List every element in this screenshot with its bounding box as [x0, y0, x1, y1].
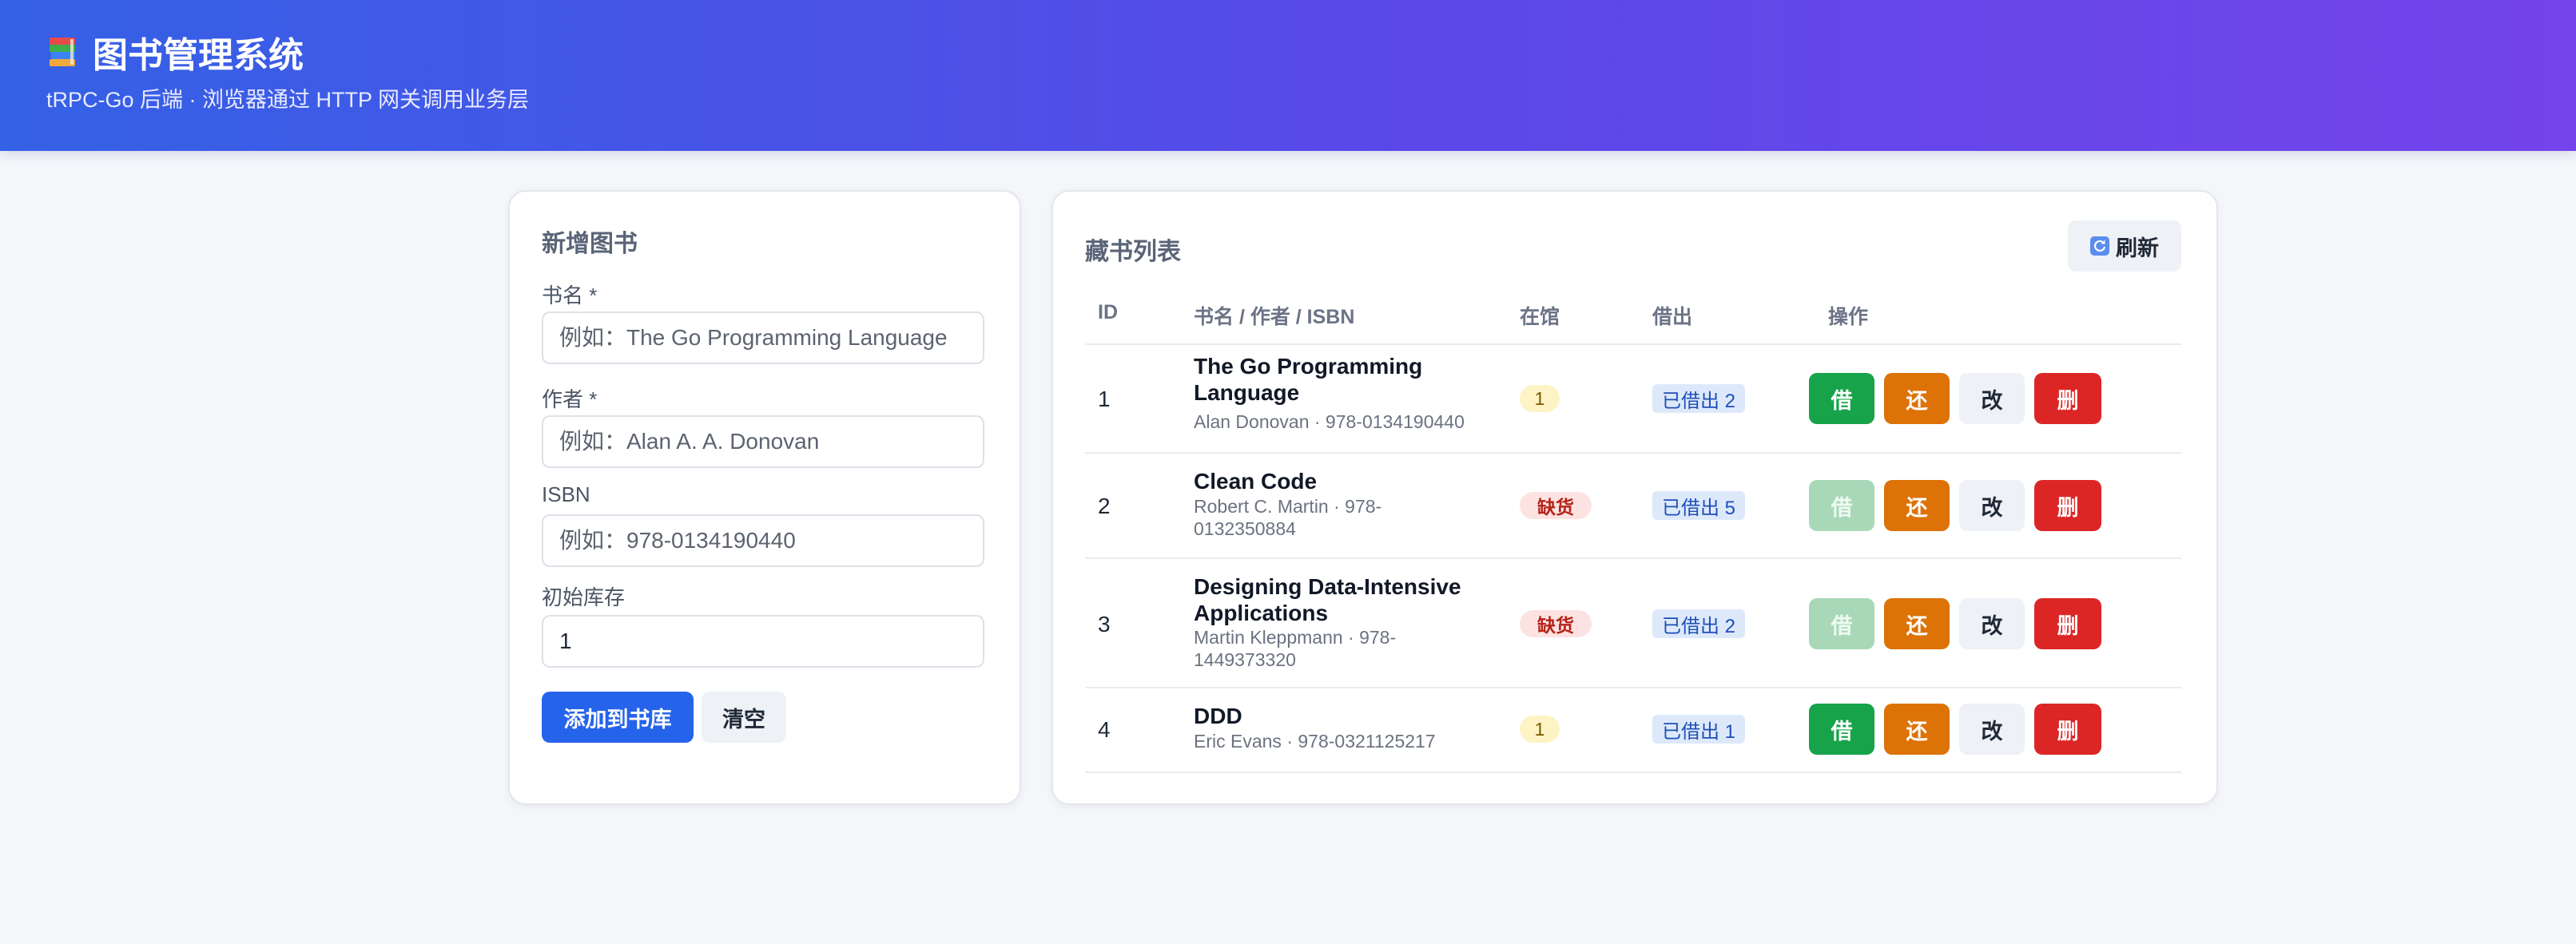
book-title: The Go Programming Language: [1194, 354, 1423, 405]
book-meta: Eric Evans · 978-0321125217: [1194, 731, 1436, 752]
delete-button[interactable]: 删: [2034, 373, 2101, 424]
stock-badge: 1: [1520, 385, 1560, 412]
return-button[interactable]: 还: [1884, 598, 1950, 649]
edit-button[interactable]: 改: [1959, 373, 2025, 424]
delete-button[interactable]: 删: [2034, 704, 2101, 755]
title-field-label: 书名 *: [542, 284, 598, 307]
book-id: 4: [1098, 717, 1111, 742]
borrowed-badge: 已借出 5: [1652, 491, 1746, 520]
app-header: 图书管理系统 tRPC-Go 后端 · 浏览器通过 HTTP 网关调用业务层: [0, 0, 2576, 151]
table-row: 4 DDD Eric Evans · 978-0321125217 1 已借出 …: [1085, 688, 2181, 771]
isbn-field-label: ISBN: [542, 482, 590, 506]
book-id: 2: [1098, 494, 1111, 518]
borrow-button[interactable]: 借: [1809, 480, 1874, 531]
book-meta: Robert C. Martin · 978-0132350884: [1194, 496, 1382, 539]
add-to-library-button[interactable]: 添加到书库: [542, 692, 694, 743]
row-divider: [1085, 771, 2181, 773]
column-header-in-stock: 在馆: [1520, 306, 1560, 328]
column-header-book: 书名 / 作者 / ISBN: [1194, 306, 1355, 328]
table-row: 3 Designing Data-Intensive Applications …: [1085, 559, 2181, 687]
add-book-card: 新增图书 书名 * 作者 * ISBN 初始库存 添加到书库 清空: [508, 190, 1021, 805]
app-title: 图书管理系统: [46, 24, 304, 80]
borrowed-badge: 已借出 2: [1652, 384, 1746, 413]
refresh-icon: [2090, 236, 2109, 256]
return-button[interactable]: 还: [1884, 704, 1950, 755]
app-subtitle: tRPC-Go 后端 · 浏览器通过 HTTP 网关调用业务层: [46, 88, 530, 112]
edit-button[interactable]: 改: [1959, 704, 2025, 755]
book-list-card: 藏书列表 刷新 ID 书名 / 作者 / ISBN 在馆 借出 操作 1 The…: [1051, 190, 2218, 805]
column-header-actions: 操作: [1828, 306, 1869, 328]
stock-badge: 缺货: [1520, 610, 1592, 637]
book-id: 1: [1098, 387, 1111, 411]
borrow-button[interactable]: 借: [1809, 598, 1874, 649]
borrow-button[interactable]: 借: [1809, 704, 1874, 755]
table-row: 2 Clean Code Robert C. Martin · 978-0132…: [1085, 454, 2181, 557]
delete-button[interactable]: 删: [2034, 480, 2101, 531]
table-row: 1 The Go Programming Language Alan Donov…: [1085, 345, 2181, 452]
book-title: Clean Code: [1194, 469, 1318, 494]
edit-button[interactable]: 改: [1959, 598, 2025, 649]
stock-badge: 缺货: [1520, 492, 1592, 519]
isbn-input[interactable]: [542, 514, 984, 567]
author-field-label: 作者 *: [542, 387, 598, 411]
app-title-text: 图书管理系统: [93, 36, 304, 75]
book-meta: Martin Kleppmann · 978-1449373320: [1194, 627, 1397, 670]
book-id: 3: [1098, 612, 1111, 637]
refresh-button[interactable]: 刷新: [2068, 220, 2181, 272]
stock-field-label: 初始库存: [542, 585, 626, 609]
column-header-borrowed: 借出: [1652, 306, 1693, 328]
initial-stock-input[interactable]: [542, 615, 984, 668]
borrowed-badge: 已借出 1: [1652, 715, 1746, 744]
borrowed-badge: 已借出 2: [1652, 609, 1746, 638]
book-list-title: 藏书列表: [1085, 239, 1181, 265]
refresh-label: 刷新: [2116, 236, 2159, 260]
delete-button[interactable]: 删: [2034, 598, 2101, 649]
column-header-id: ID: [1098, 301, 1118, 323]
return-button[interactable]: 还: [1884, 480, 1950, 531]
borrow-button[interactable]: 借: [1809, 373, 1874, 424]
book-meta: Alan Donovan · 978-0134190440: [1194, 411, 1465, 432]
return-button[interactable]: 还: [1884, 373, 1950, 424]
add-book-title: 新增图书: [542, 231, 638, 257]
edit-button[interactable]: 改: [1959, 480, 2025, 531]
book-title: DDD: [1194, 704, 1242, 728]
author-input[interactable]: [542, 415, 984, 468]
clear-button[interactable]: 清空: [702, 692, 786, 743]
books-icon: [50, 38, 75, 66]
book-title: Designing Data-Intensive Applications: [1194, 574, 1461, 625]
stock-badge: 1: [1520, 716, 1560, 743]
title-input[interactable]: [542, 311, 984, 364]
